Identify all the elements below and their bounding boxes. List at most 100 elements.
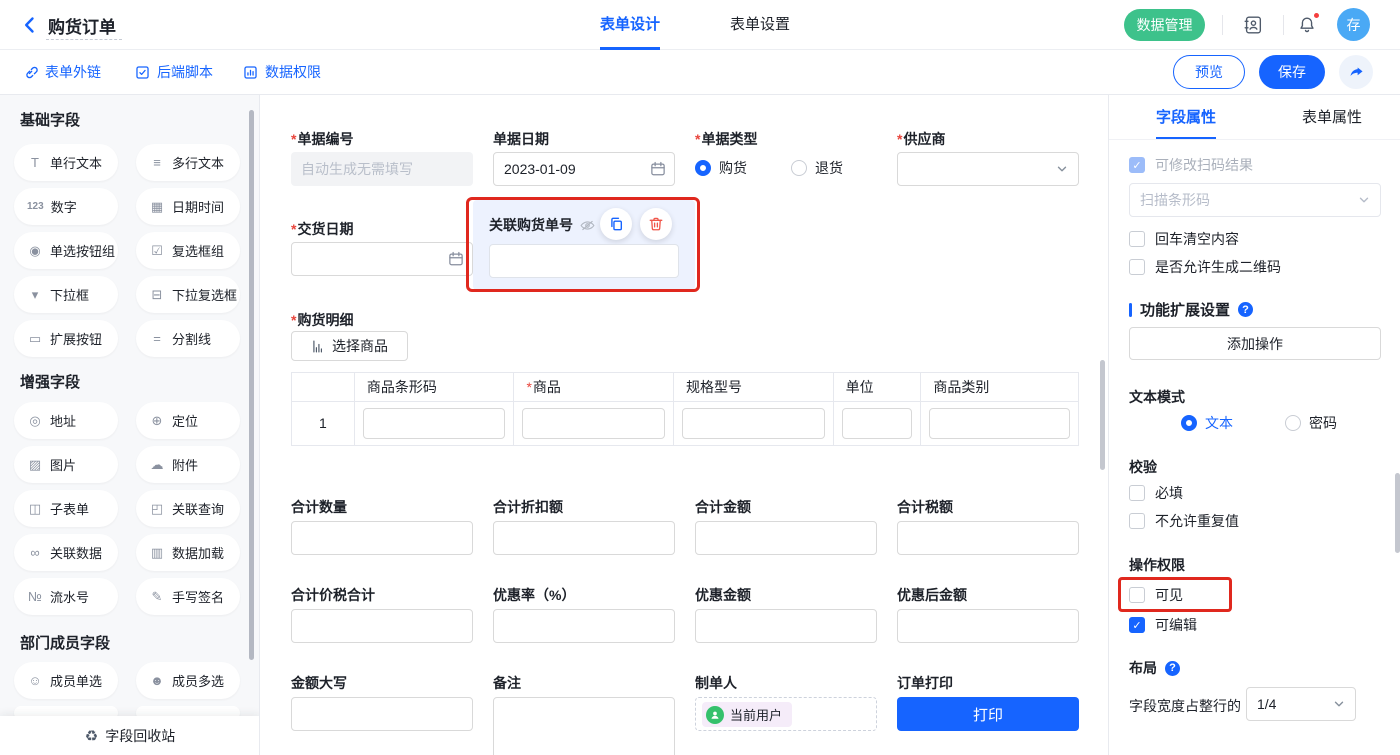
radio-unselected-icon: [791, 160, 807, 176]
spec-cell-input[interactable]: [682, 408, 825, 439]
no-duplicate-checkbox[interactable]: 不允许重复值: [1129, 511, 1239, 531]
category-cell-input[interactable]: [929, 408, 1070, 439]
radio-group-icon: ◉: [27, 243, 43, 259]
form-external-link[interactable]: 表单外链: [22, 50, 101, 94]
sidebar-item-datetime[interactable]: ▦日期时间: [136, 188, 240, 225]
section-bar-icon: [1129, 303, 1132, 317]
creator-field[interactable]: 当前用户: [695, 697, 877, 731]
product-cell-input[interactable]: [522, 408, 665, 439]
sidebar-item-dropdown[interactable]: ▾下拉框: [14, 276, 118, 313]
bar-chart-icon: ▥: [149, 545, 165, 561]
print-button[interactable]: 打印: [897, 697, 1079, 731]
sidebar-item-image[interactable]: ▨图片: [14, 446, 118, 483]
sum-total-input[interactable]: [291, 609, 473, 643]
sum-discount-input[interactable]: [493, 521, 675, 555]
help-icon[interactable]: [1165, 661, 1180, 676]
order-no-input[interactable]: [291, 152, 473, 186]
sidebar-item-member-single[interactable]: ☺成员单选: [14, 662, 118, 699]
editable-checkbox[interactable]: 可编辑: [1129, 615, 1197, 635]
scan-result-checkbox[interactable]: 可修改扫码结果: [1129, 155, 1253, 175]
people-icon: ☻: [149, 673, 165, 688]
data-permission-icon: [242, 64, 259, 81]
field-width-select[interactable]: 1/4: [1246, 687, 1356, 721]
field-label-discount-rate: 优惠率（%）: [493, 585, 575, 605]
sum-tax-input[interactable]: [897, 521, 1079, 555]
copy-field-button[interactable]: [600, 208, 632, 240]
sidebar-item-attachment[interactable]: ☁附件: [136, 446, 240, 483]
help-icon[interactable]: [1238, 302, 1253, 317]
tab-form-properties[interactable]: 表单属性: [1302, 95, 1362, 140]
checkbox-unchecked-icon: [1129, 485, 1145, 501]
sidebar-item-divider[interactable]: =分割线: [136, 320, 240, 357]
user-avatar[interactable]: 存: [1337, 8, 1370, 41]
discount-amount-input[interactable]: [695, 609, 877, 643]
sum-qty-input[interactable]: [291, 521, 473, 555]
divider-icon: =: [149, 331, 165, 346]
user-avatar-icon: [706, 706, 724, 724]
delete-field-button[interactable]: [640, 208, 672, 240]
unit-cell-input[interactable]: [842, 408, 913, 439]
sum-amount-input[interactable]: [695, 521, 877, 555]
tab-field-properties[interactable]: 字段属性: [1156, 95, 1216, 140]
tab-form-design[interactable]: 表单设计: [600, 0, 660, 50]
sidebar-item-signature[interactable]: ✎手写签名: [136, 578, 240, 615]
preview-button[interactable]: 预览: [1173, 55, 1245, 89]
text-mode-radio-password[interactable]: 密码: [1285, 413, 1337, 433]
text-mode-radio-text[interactable]: 文本: [1181, 413, 1233, 433]
delivery-date-input[interactable]: [291, 242, 473, 276]
back-button[interactable]: [20, 15, 40, 35]
sidebar-item-linked-query[interactable]: ◰关联查询: [136, 490, 240, 527]
supplier-select[interactable]: [897, 152, 1079, 186]
sidebar-item-multi-dropdown[interactable]: ⊟下拉复选框: [136, 276, 240, 313]
sidebar-item-radio-group[interactable]: ◉单选按钮组: [14, 232, 118, 269]
scan-mode-select[interactable]: 扫描条形码: [1129, 183, 1381, 217]
share-arrow-icon: [1347, 63, 1365, 81]
data-permission-link[interactable]: 数据权限: [242, 50, 321, 94]
required-checkbox[interactable]: 必填: [1129, 483, 1183, 503]
related-order-field-block[interactable]: 关联购货单号: [473, 200, 695, 290]
order-date-input[interactable]: [493, 152, 675, 186]
sidebar-item-subform[interactable]: ◫子表单: [14, 490, 118, 527]
remark-textarea[interactable]: [493, 697, 675, 755]
save-button[interactable]: 保存: [1259, 55, 1325, 89]
canvas-scrollbar[interactable]: [1100, 360, 1105, 470]
sidebar-item-geolocation[interactable]: ⊕定位: [136, 402, 240, 439]
sidebar-item-checkbox-group[interactable]: ☑复选框组: [136, 232, 240, 269]
field-recycle-bin[interactable]: ♻ 字段回收站: [0, 716, 260, 755]
sidebar-scrollbar[interactable]: [249, 110, 254, 660]
chevron-left-icon: [20, 15, 40, 35]
select-product-button[interactable]: 选择商品: [291, 331, 408, 361]
sidebar-item-single-line-text[interactable]: T单行文本: [14, 144, 118, 181]
barcode-cell-input[interactable]: [363, 408, 506, 439]
panel-scrollbar[interactable]: [1395, 473, 1400, 553]
sidebar-item-serial-number[interactable]: №流水号: [14, 578, 118, 615]
amount-words-input[interactable]: [291, 697, 473, 731]
sidebar-item-member-multi[interactable]: ☻成员多选: [136, 662, 240, 699]
visible-checkbox[interactable]: 可见: [1129, 585, 1183, 605]
add-action-button[interactable]: 添加操作: [1129, 327, 1381, 360]
tab-form-settings[interactable]: 表单设置: [730, 0, 790, 50]
order-type-radio-return[interactable]: 退货: [791, 158, 843, 178]
field-label-sum-qty: 合计数量: [291, 497, 347, 517]
checkbox-unchecked-icon: [1129, 259, 1145, 275]
share-button[interactable]: [1339, 55, 1373, 89]
related-no-input[interactable]: [489, 244, 679, 278]
contact-book-icon[interactable]: [1242, 14, 1264, 36]
select-product-label: 选择商品: [332, 336, 388, 356]
backend-script-link[interactable]: 后端脚本: [134, 50, 213, 94]
section-title-basic-fields: 基础字段: [20, 109, 80, 130]
sidebar-item-number[interactable]: 123数字: [14, 188, 118, 225]
sidebar-item-data-load[interactable]: ▥数据加载: [136, 534, 240, 571]
discount-rate-input[interactable]: [493, 609, 675, 643]
order-type-radio-purchase[interactable]: 购货: [695, 158, 747, 178]
data-manage-button[interactable]: 数据管理: [1124, 9, 1205, 41]
field-label-related-no: 关联购货单号: [489, 215, 596, 235]
notification-bell-icon[interactable]: [1296, 14, 1318, 36]
after-discount-input[interactable]: [897, 609, 1079, 643]
sidebar-item-address[interactable]: ◎地址: [14, 402, 118, 439]
sidebar-item-linked-data[interactable]: ∞关联数据: [14, 534, 118, 571]
sidebar-item-extend-button[interactable]: ▭扩展按钮: [14, 320, 118, 357]
clear-on-enter-checkbox[interactable]: 回车清空内容: [1129, 229, 1239, 249]
allow-qrcode-checkbox[interactable]: 是否允许生成二维码: [1129, 257, 1281, 277]
sidebar-item-multi-line-text[interactable]: ≡多行文本: [136, 144, 240, 181]
